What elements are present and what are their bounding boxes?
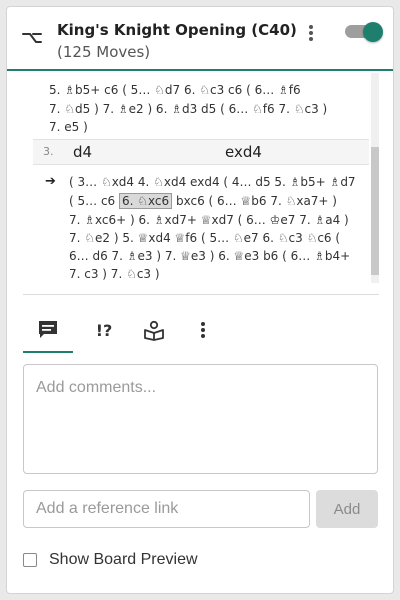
annotation-label: !? — [95, 320, 113, 340]
move-count: (125 Moves) — [57, 43, 151, 61]
variation-line[interactable]: ( 3… ♘xd4 4. ♘xd4 exd4 ( 4… d5 5. ♗b5+ ♗… — [69, 173, 356, 191]
more-vertical-icon — [201, 322, 205, 338]
board-preview-option[interactable]: Show Board Preview — [23, 551, 198, 569]
reference-link-input[interactable] — [23, 490, 310, 528]
variation-moves[interactable]: ( 5… c6 — [69, 194, 115, 208]
tab-bar: !? — [23, 307, 379, 353]
variation-line[interactable]: 5. ♗b5+ c6 ( 5… ♘d7 6. ♘c3 c6 ( 6… ♗f6 — [49, 81, 301, 99]
tab-library[interactable] — [129, 307, 179, 353]
variation-line: ( 5… c6 6. ♘xc6 bxc6 ( 6… ♕b6 7. ♘xa7+ ) — [69, 192, 337, 210]
move-list-scrollbar[interactable] — [371, 73, 379, 283]
variation-line[interactable]: 6… d6 7. ♗e3 ) 7. ♕e3 ) 6. ♕e3 b6 ( 6… ♗… — [69, 247, 350, 265]
opening-title: King's Knight Opening (C40) (125 Moves) — [57, 19, 297, 63]
divider — [23, 294, 379, 295]
white-move[interactable]: d4 — [73, 143, 92, 161]
opening-name: King's Knight Opening (C40) — [57, 21, 297, 39]
move-list: 5. ♗b5+ c6 ( 5… ♘d7 6. ♘c3 c6 ( 6… ♗f6 7… — [31, 73, 371, 283]
selected-move[interactable]: 6. ♘xc6 — [119, 193, 173, 209]
comments-input[interactable] — [23, 364, 378, 474]
variation-line[interactable]: 7. ♗xc6+ ) 6. ♗xd7+ ♕xd7 ( 6… ♔e7 7. ♗a4… — [69, 211, 349, 229]
branch-icon[interactable] — [21, 27, 43, 49]
variation-line[interactable]: 7. e5 ) — [49, 118, 88, 136]
black-move[interactable]: exd4 — [225, 143, 262, 161]
variation-line[interactable]: 7. c3 ) 7. ♘c3 ) — [69, 265, 160, 283]
tab-annotations[interactable]: !? — [79, 307, 129, 353]
board-preview-checkbox[interactable] — [23, 553, 37, 567]
add-reference-button[interactable]: Add — [316, 490, 378, 528]
variation-line[interactable]: 7. ♘d5 ) 7. ♗e2 ) 6. ♗d3 d5 ( 6… ♘f6 7. … — [49, 100, 327, 118]
tab-more[interactable] — [178, 307, 228, 353]
main-move-row: 3. d4 exd4 — [33, 139, 369, 165]
move-number: 3. — [43, 145, 54, 158]
comment-icon — [39, 321, 57, 338]
board-preview-label: Show Board Preview — [49, 551, 198, 568]
panel-toggle[interactable] — [343, 22, 383, 42]
tab-comments[interactable] — [23, 307, 73, 353]
move-editor-panel: King's Knight Opening (C40) (125 Moves) … — [6, 6, 394, 594]
scrollbar-thumb[interactable] — [371, 147, 379, 275]
arrow-right-icon: ➔ — [45, 174, 56, 189]
toggle-knob — [363, 22, 383, 42]
more-vertical-icon[interactable] — [303, 23, 319, 43]
variation-line[interactable]: 7. ♘e2 ) 5. ♕xd4 ♕f6 ( 5… ♘e7 6. ♘c3 ♘c6… — [69, 229, 340, 247]
book-icon — [144, 320, 164, 341]
panel-header: King's Knight Opening (C40) (125 Moves) — [7, 7, 393, 71]
variation-moves[interactable]: bxc6 ( 6… ♕b6 7. ♘xa7+ ) — [176, 194, 337, 208]
